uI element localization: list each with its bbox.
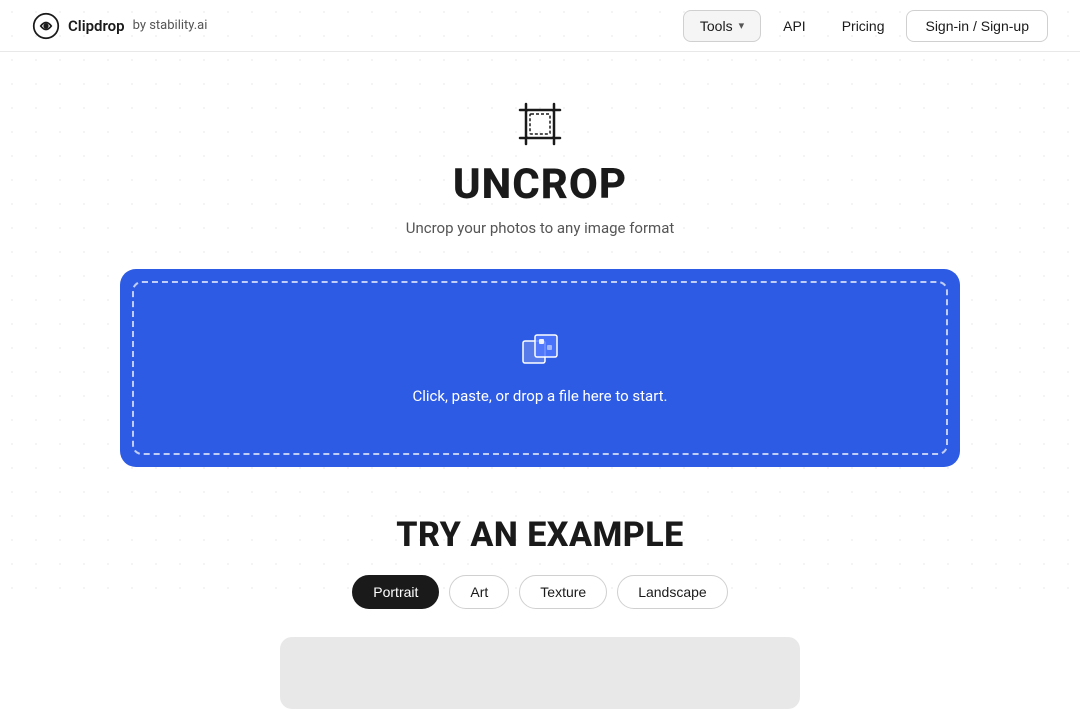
drop-zone-wrapper[interactable]: Click, paste, or drop a file here to sta… (120, 269, 960, 467)
chevron-down-icon: ▾ (739, 19, 745, 32)
main-content: UNCROP Uncrop your photos to any image f… (0, 52, 1080, 709)
logo-area: Clipdrop by stability.ai (32, 12, 207, 40)
filter-btn-landscape[interactable]: Landscape (617, 575, 728, 609)
signin-button[interactable]: Sign-in / Sign-up (906, 10, 1048, 42)
tools-button[interactable]: Tools ▾ (683, 10, 761, 42)
example-filters: Portrait Art Texture Landscape (352, 575, 727, 609)
logo-brand-text: Clipdrop (68, 17, 125, 35)
tools-label: Tools (700, 18, 733, 34)
example-section-title: TRY AN EXAMPLE (396, 515, 684, 555)
nav-area: Tools ▾ API Pricing Sign-in / Sign-up (683, 10, 1048, 42)
example-section: TRY AN EXAMPLE Portrait Art Texture Landsca… (0, 515, 1080, 709)
logo-by-text: by stability.ai (133, 18, 208, 33)
clipdrop-logo-icon (32, 12, 60, 40)
page-title: UNCROP (453, 160, 627, 209)
drop-zone-label: Click, paste, or drop a file here to sta… (413, 387, 668, 405)
filter-btn-texture[interactable]: Texture (519, 575, 607, 609)
uncrop-tool-icon (516, 100, 564, 148)
drop-zone[interactable]: Click, paste, or drop a file here to sta… (132, 281, 948, 455)
file-upload-icon (519, 331, 561, 373)
api-link[interactable]: API (769, 11, 820, 41)
filter-btn-portrait[interactable]: Portrait (352, 575, 439, 609)
example-images-row (0, 637, 1080, 709)
pricing-link[interactable]: Pricing (828, 11, 899, 41)
page-subtitle: Uncrop your photos to any image format (406, 219, 675, 237)
filter-btn-art[interactable]: Art (449, 575, 509, 609)
example-image-card[interactable] (280, 637, 800, 709)
header: Clipdrop by stability.ai Tools ▾ API Pri… (0, 0, 1080, 52)
